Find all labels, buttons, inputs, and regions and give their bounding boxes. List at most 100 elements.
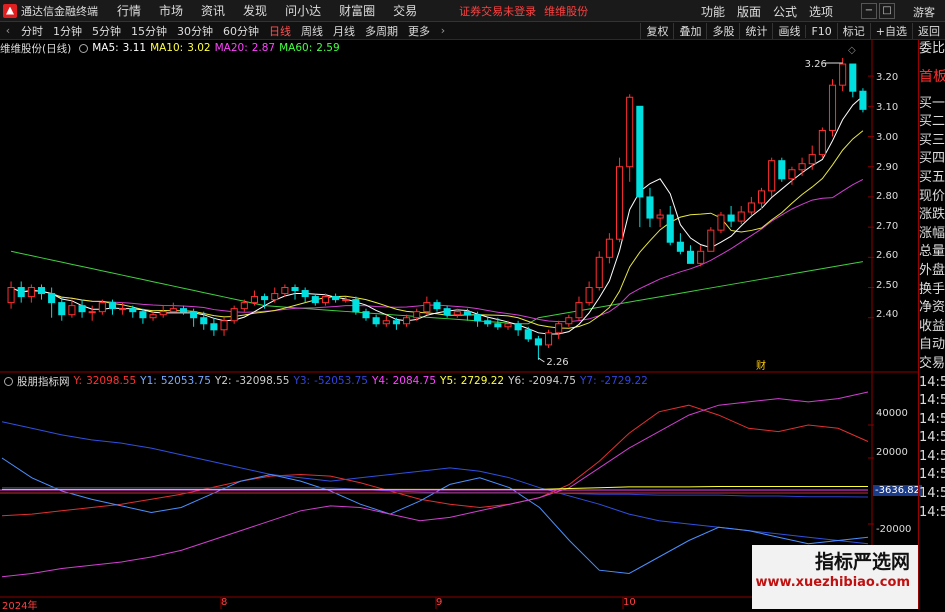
candle-body <box>88 311 96 314</box>
low-price-pointer <box>538 357 545 363</box>
candle-body <box>717 214 725 231</box>
candle-body <box>686 250 695 264</box>
ma5-label: MA5: <box>92 42 119 54</box>
indicator-tick: 40000 <box>876 408 908 419</box>
price-tick: 2.70 <box>876 221 899 232</box>
price-tick: 2.50 <box>876 280 899 291</box>
x-label: 2024年 <box>2 601 38 612</box>
candle-body <box>474 314 482 322</box>
y5-value: 2729.22 <box>460 375 505 387</box>
candle-body <box>747 202 755 213</box>
price-tick: 2.90 <box>876 162 899 173</box>
panel-label-bid5: 买五 <box>919 169 945 185</box>
candle-body <box>119 308 127 311</box>
tick-time: 14:56 <box>919 374 945 390</box>
candle-body <box>301 290 309 298</box>
candle-body <box>443 308 451 316</box>
candle-body <box>534 338 542 346</box>
tick-time: 14:56 <box>919 430 945 446</box>
y1-label: Y1: <box>140 375 157 387</box>
gear-icon[interactable] <box>79 43 89 53</box>
candle-body <box>7 287 15 304</box>
candle-body <box>169 308 177 313</box>
indicator-series-y1 <box>1 421 869 545</box>
candle-body <box>808 154 816 165</box>
candle-body <box>818 129 826 156</box>
candle-body <box>220 320 228 331</box>
y3-value: -52053.75 <box>314 375 368 387</box>
tick-time: 14:56 <box>919 486 945 502</box>
candle-body <box>605 238 613 258</box>
panel-label-turnover: 换手 <box>919 281 945 297</box>
candle-body <box>757 190 766 204</box>
candle-body <box>68 305 76 316</box>
ma60-label: MA60: <box>279 42 313 54</box>
candle-body <box>48 293 56 304</box>
y6-value: -2094.75 <box>528 375 576 387</box>
candle-body <box>311 296 319 304</box>
candle-body <box>423 302 431 313</box>
candle-body <box>403 317 411 325</box>
price-tick: 3.20 <box>876 72 899 83</box>
candle-body <box>291 287 299 292</box>
candle-body <box>98 302 106 313</box>
candle-body <box>453 311 461 316</box>
y3-label: Y3: <box>293 375 311 387</box>
candle-body <box>575 302 583 319</box>
candle-body <box>484 320 492 325</box>
candle-body <box>159 311 167 316</box>
candle-body <box>788 169 796 180</box>
main-chart-header: 维维股份(日线) MA5: 3.11 MA10: 3.02 MA20: 2.87 MA… <box>0 41 344 55</box>
y2-value: -32098.55 <box>235 375 290 387</box>
candle-body <box>261 296 269 301</box>
x-label: 10 <box>623 597 636 608</box>
candle-body <box>768 160 776 192</box>
price-tick: 3.10 <box>876 102 899 113</box>
candle-body <box>707 229 715 252</box>
tick-time: 14:56 <box>919 467 945 483</box>
panel-label-bid4: 买四 <box>919 151 945 167</box>
indicator-series-y2 <box>1 457 869 575</box>
panel-label-auto[interactable]: 自动 <box>919 336 945 355</box>
panel-label-bid1: 买一 <box>919 95 945 111</box>
gear-icon[interactable] <box>4 376 13 386</box>
tick-time: 14:56 <box>919 448 945 464</box>
candle-body <box>281 287 289 295</box>
candle-body <box>666 214 674 243</box>
indicator-title: 股朋指标网 <box>17 375 70 388</box>
panel-label-trade[interactable]: 交易 <box>919 355 945 374</box>
candle-body <box>210 323 218 331</box>
candle-body <box>332 296 340 301</box>
ma10-value: 3.02 <box>187 42 211 54</box>
candle-body <box>646 196 654 219</box>
price-tick: 2.80 <box>876 191 899 202</box>
panel-label-change-pct: 涨幅 <box>919 225 945 241</box>
candle-body <box>778 160 786 180</box>
watermark-title: 指标严选网 <box>814 551 910 573</box>
indicator-series-y4 <box>1 391 869 578</box>
y7-label: Y7: <box>579 375 597 387</box>
candle-body <box>58 302 66 316</box>
candle-body <box>828 84 837 131</box>
kline-chart[interactable]: 3.26 2.26 财 ◇ <box>0 0 918 609</box>
candle-body <box>372 317 380 325</box>
candle-body <box>27 287 35 298</box>
price-tick: 2.60 <box>876 250 899 261</box>
candle-body <box>615 166 624 240</box>
ma10-line <box>10 130 864 329</box>
x-label: 8 <box>221 597 228 608</box>
y1-value: 52053.75 <box>160 375 211 387</box>
panel-label-net-assets: 净资 <box>919 300 945 316</box>
candle-body <box>676 241 684 252</box>
low-price-label: 2.26 <box>546 357 568 368</box>
candle-body <box>849 63 857 92</box>
main-chart-title: 维维股份(日线) <box>0 42 72 55</box>
tick-time: 14:56 <box>919 393 945 409</box>
current-value-badge: -3636.82 <box>873 485 922 496</box>
candle-body <box>129 308 137 313</box>
candle-body <box>798 163 806 171</box>
watermark-url: www.xuezhibiao.com <box>755 575 910 590</box>
price-tick: 2.40 <box>876 309 899 320</box>
ma20-value: 2.87 <box>251 42 276 54</box>
candle-body <box>595 256 603 289</box>
